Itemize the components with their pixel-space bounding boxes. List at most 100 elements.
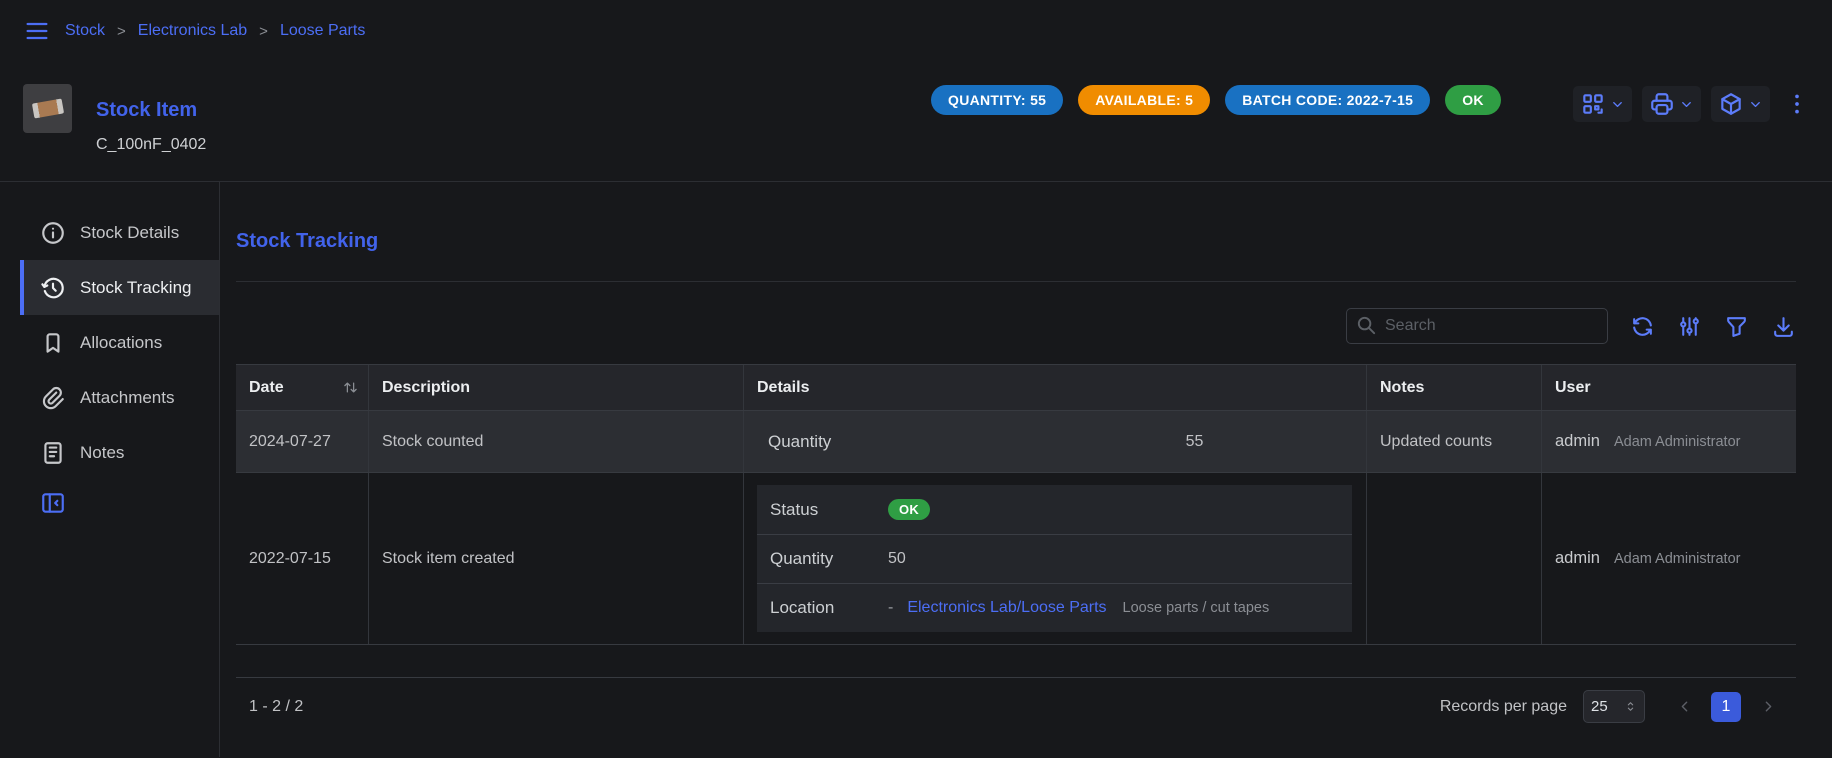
refresh-button[interactable]: [1630, 314, 1655, 339]
cell-notes: Updated counts: [1367, 411, 1542, 472]
table-row[interactable]: 2022-07-15 Stock item created Status OK …: [236, 473, 1796, 645]
chevron-down-icon: [1679, 97, 1694, 112]
location-link[interactable]: Electronics Lab/Loose Parts: [907, 599, 1106, 617]
notes-icon: [40, 440, 66, 466]
filter-icon: [1724, 314, 1749, 339]
status-ok-badge: OK: [1445, 85, 1501, 115]
stock-actions-button[interactable]: [1711, 86, 1770, 122]
section-heading: Stock Tracking: [236, 228, 1796, 254]
username: admin: [1555, 432, 1600, 451]
stock-item-thumbnail[interactable]: [23, 84, 72, 133]
print-actions-button[interactable]: [1642, 86, 1701, 122]
column-header-details[interactable]: Details: [744, 365, 1367, 410]
detail-label: Status: [770, 500, 888, 520]
paperclip-icon: [40, 385, 66, 411]
sidebar-item-label: Allocations: [80, 333, 162, 353]
download-button[interactable]: [1771, 314, 1796, 339]
column-header-date[interactable]: Date: [236, 365, 369, 410]
cell-date: 2022-07-15: [236, 473, 369, 644]
sort-icon[interactable]: [343, 380, 358, 395]
download-icon: [1771, 314, 1796, 339]
part-name: C_100nF_0402: [96, 136, 206, 154]
content: Stock Details Stock Tracking Allocations…: [0, 182, 1832, 757]
filter-button[interactable]: [1724, 314, 1749, 339]
sidebar-item-label: Attachments: [80, 388, 175, 408]
printer-icon: [1649, 91, 1675, 117]
chevron-down-icon: [1748, 97, 1763, 112]
table-footer: 1 - 2 / 2 Records per page 25 1: [236, 677, 1796, 735]
cell-details: Status OK Quantity 50 Location - Electro…: [744, 473, 1367, 644]
sidebar-item-attachments[interactable]: Attachments: [20, 370, 219, 425]
prev-page-button[interactable]: [1669, 692, 1699, 722]
quantity-badge: QUANTITY: 55: [931, 85, 1063, 115]
pagination: 1: [1669, 692, 1783, 722]
search-input[interactable]: [1346, 308, 1608, 344]
table-row[interactable]: 2024-07-27 Stock counted Quantity 55 Upd…: [236, 411, 1796, 473]
pagination-controls: Records per page 25 1: [1440, 690, 1783, 723]
cell-details: Quantity 55: [744, 411, 1367, 472]
records-per-page-value: 25: [1591, 698, 1608, 715]
topbar: Stock > Electronics Lab > Loose Parts: [0, 0, 1832, 62]
page-title: Stock Item: [96, 98, 206, 122]
breadcrumb-link-loose-parts[interactable]: Loose Parts: [280, 22, 365, 40]
cell-user: admin Adam Administrator: [1542, 411, 1796, 472]
breadcrumb-separator: >: [259, 23, 268, 40]
more-actions-button[interactable]: [1780, 86, 1814, 122]
detail-value: 50: [888, 550, 906, 568]
sidebar: Stock Details Stock Tracking Allocations…: [0, 182, 220, 757]
sidebar-collapse-button[interactable]: [0, 490, 219, 516]
sidebar-item-stock-details[interactable]: Stock Details: [20, 205, 219, 260]
batch-code-badge: BATCH CODE: 2022-7-15: [1225, 85, 1430, 115]
breadcrumb-link-electronics-lab[interactable]: Electronics Lab: [138, 22, 247, 40]
column-settings-button[interactable]: [1677, 314, 1702, 339]
column-header-user[interactable]: User: [1542, 365, 1796, 410]
location-dash: -: [888, 599, 893, 617]
dots-vertical-icon: [1784, 91, 1810, 117]
records-per-page-select[interactable]: 25: [1583, 690, 1645, 723]
breadcrumb-link-stock[interactable]: Stock: [65, 22, 105, 40]
username: admin: [1555, 549, 1600, 568]
capacitor-image: [31, 99, 63, 119]
detail-label: Quantity: [768, 432, 831, 452]
barcode-actions-button[interactable]: [1573, 86, 1632, 122]
status-ok-badge: OK: [888, 499, 930, 520]
table-toolbar: [236, 308, 1796, 344]
detail-row-quantity: Quantity 50: [757, 534, 1352, 583]
app-root: Stock > Electronics Lab > Loose Parts St…: [0, 0, 1832, 757]
user-fullname: Adam Administrator: [1614, 551, 1741, 567]
detail-row-status: Status OK: [757, 485, 1352, 534]
next-page-button[interactable]: [1753, 692, 1783, 722]
breadcrumb: Stock > Electronics Lab > Loose Parts: [65, 22, 365, 40]
header-actions: [1573, 86, 1814, 122]
bookmark-icon: [40, 330, 66, 356]
page-1-button[interactable]: 1: [1711, 692, 1741, 722]
record-range: 1 - 2 / 2: [249, 698, 303, 716]
column-header-notes[interactable]: Notes: [1367, 365, 1542, 410]
user-fullname: Adam Administrator: [1614, 434, 1741, 450]
breadcrumb-separator: >: [117, 23, 126, 40]
menu-icon[interactable]: [23, 17, 51, 45]
package-icon: [1718, 91, 1744, 117]
column-header-description[interactable]: Description: [369, 365, 744, 410]
table-header-row: Date Description Details Notes User: [236, 364, 1796, 411]
sidebar-item-notes[interactable]: Notes: [20, 425, 219, 480]
page-titles: Stock Item C_100nF_0402: [96, 98, 206, 181]
cell-description: Stock item created: [369, 473, 744, 644]
chevron-right-icon: [1760, 698, 1777, 715]
sidebar-item-stock-tracking[interactable]: Stock Tracking: [20, 260, 219, 315]
refresh-icon: [1630, 314, 1655, 339]
cell-user: admin Adam Administrator: [1542, 473, 1796, 644]
search-box: [1346, 308, 1608, 344]
detail-value: 55: [1186, 433, 1204, 451]
section-divider: [236, 281, 1796, 282]
page-header: Stock Item C_100nF_0402 QUANTITY: 55 AVA…: [0, 62, 1832, 181]
available-badge: AVAILABLE: 5: [1078, 85, 1210, 115]
status-badges: QUANTITY: 55 AVAILABLE: 5 BATCH CODE: 20…: [931, 85, 1501, 115]
info-circle-icon: [40, 220, 66, 246]
sidebar-item-allocations[interactable]: Allocations: [20, 315, 219, 370]
sidebar-item-label: Notes: [80, 443, 124, 463]
chevron-left-icon: [1676, 698, 1693, 715]
sidebar-item-label: Stock Details: [80, 223, 179, 243]
history-icon: [40, 275, 66, 301]
main-panel: Stock Tracking: [220, 182, 1832, 757]
